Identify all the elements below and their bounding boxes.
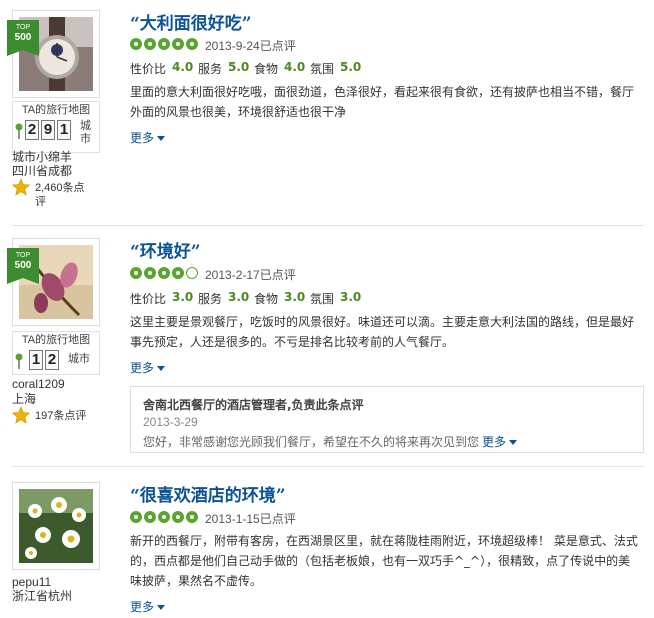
user-review-count[interactable]: 197条点评	[35, 409, 105, 423]
map-pin-icon	[15, 123, 23, 139]
review-text: 新开的西餐厅，附带有客房，在西湖景区里，就在蒋陇桂雨附近，环境超级棒！ 菜是意式…	[130, 534, 638, 588]
review-text: 里面的意大利面很好吃哦，面很劲道，色泽很好，看起来很有食欲，还有披萨也相当不错，…	[130, 85, 635, 119]
chevron-down-icon	[157, 366, 166, 371]
city-label: 城市	[68, 352, 90, 365]
user-name[interactable]: coral1209	[12, 377, 65, 391]
response-text: 您好，非常感谢您光顾我们餐厅，希望在不久的将来再次见到您	[143, 435, 480, 449]
response-date: 2013-3-29	[143, 415, 198, 429]
more-link[interactable]: 更多	[130, 359, 166, 376]
user-avatar[interactable]: TOP 500	[7, 238, 100, 326]
review-text: 这里主要是景观餐厅，吃饭时的风景很好。味道还可以滴。主要走意大利法国的路线，但是…	[130, 315, 635, 349]
user-review-count[interactable]: 2,460条点评	[35, 181, 95, 209]
star-icon	[12, 406, 30, 424]
review-date: 2013-9-24已点评	[205, 39, 296, 53]
divider	[12, 225, 644, 226]
review-date: 2013-2-17已点评	[205, 268, 296, 282]
response-title: 舍南北西餐厅的酒店管理者,负责此条点评	[143, 398, 364, 412]
user-location: 四川省成都	[12, 164, 73, 178]
user-avatar[interactable]: TOP 500	[7, 10, 100, 98]
user-avatar[interactable]	[12, 482, 100, 570]
chevron-down-icon	[157, 136, 166, 141]
review-title[interactable]: “大利面很好吃”	[130, 9, 252, 34]
city-label: 城市	[80, 119, 91, 145]
user-name[interactable]: pepu11	[12, 575, 51, 589]
top500-badge: TOP 500	[7, 248, 39, 284]
more-link[interactable]: 更多	[130, 129, 166, 146]
map-digit: 2	[45, 350, 59, 370]
divider	[12, 466, 644, 467]
map-digit: 9	[41, 120, 55, 140]
travel-map[interactable]: TA的旅行地图 1 2 城市	[12, 331, 100, 375]
map-digit: 2	[25, 120, 39, 140]
travel-map-title: TA的旅行地图	[21, 104, 91, 116]
map-digit: 1	[57, 120, 71, 140]
review-title[interactable]: “环境好”	[130, 237, 201, 262]
chevron-down-icon	[157, 605, 166, 610]
user-location: 上海	[12, 392, 37, 406]
travel-map-title: TA的旅行地图	[21, 334, 91, 346]
top500-badge: TOP 500	[7, 20, 39, 56]
travel-map[interactable]: TA的旅行地图 2 9 1 城市	[12, 101, 100, 153]
review-title[interactable]: “很喜欢酒店的环境”	[130, 481, 286, 506]
chevron-down-icon	[509, 440, 518, 445]
management-response: 舍南北西餐厅的酒店管理者,负责此条点评 2013-3-29 您好，非常感谢您光顾…	[130, 386, 644, 453]
star-icon	[12, 178, 30, 196]
daisy-photo	[19, 489, 93, 563]
response-more-link[interactable]: 更多	[482, 433, 518, 450]
user-location: 浙江省杭州	[12, 589, 73, 603]
review-date: 2013-1-15已点评	[205, 512, 296, 526]
map-pin-icon	[15, 353, 23, 369]
more-link[interactable]: 更多	[130, 598, 166, 615]
map-digit: 1	[29, 350, 43, 370]
user-name[interactable]: 城市小绵羊	[12, 150, 72, 164]
